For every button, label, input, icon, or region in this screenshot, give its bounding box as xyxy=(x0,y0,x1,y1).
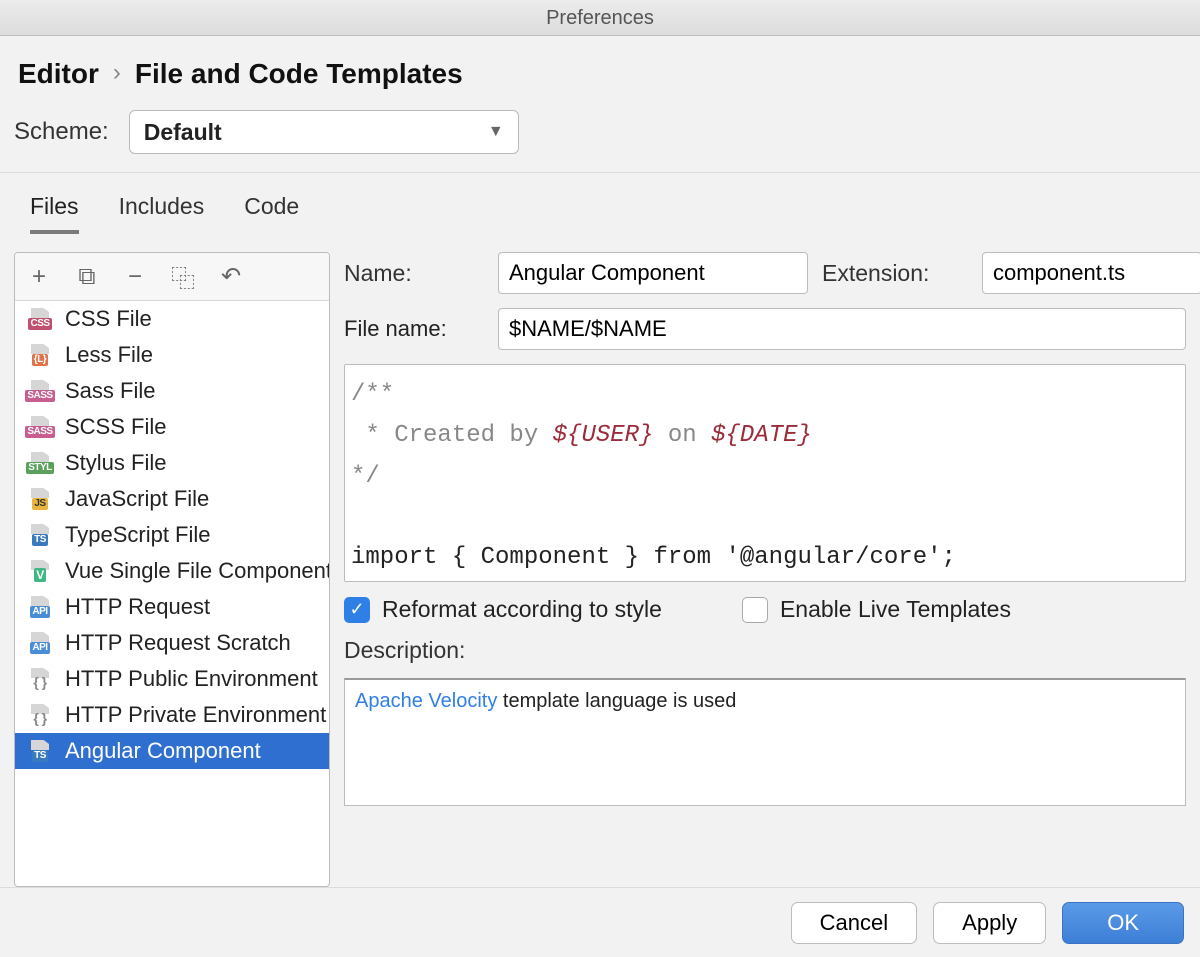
list-item[interactable]: TS Angular Component xyxy=(15,733,329,769)
breadcrumb: Editor › File and Code Templates xyxy=(18,58,1186,90)
reformat-checkbox[interactable]: ✓ Reformat according to style xyxy=(344,596,662,623)
list-item[interactable]: SASS SCSS File xyxy=(15,409,329,445)
template-list[interactable]: CSSCSS File{L}Less FileSASSSass FileSASS… xyxy=(15,301,329,886)
extension-input[interactable] xyxy=(982,252,1200,294)
live-templates-label: Enable Live Templates xyxy=(780,596,1011,623)
list-item-label: JavaScript File xyxy=(65,486,209,512)
list-item-label: TypeScript File xyxy=(65,522,211,548)
description-label: Description: xyxy=(344,637,1186,664)
list-item-label: Angular Component xyxy=(65,738,261,764)
list-item[interactable]: { } HTTP Private Environment xyxy=(15,697,329,733)
file-type-icon: JS xyxy=(25,488,55,510)
file-type-icon: API xyxy=(25,632,55,654)
breadcrumb-page: File and Code Templates xyxy=(135,58,463,90)
name-label: Name: xyxy=(344,260,484,287)
add-child-button[interactable]: ⧉ xyxy=(73,263,101,291)
list-item-label: SCSS File xyxy=(65,414,166,440)
list-item-label: Vue Single File Component xyxy=(65,558,329,584)
chevron-down-icon: ▼ xyxy=(488,123,504,141)
list-item-label: HTTP Private Environment xyxy=(65,702,326,728)
name-input[interactable] xyxy=(498,252,808,294)
file-type-icon: V xyxy=(25,560,55,582)
window-title: Preferences xyxy=(0,0,1200,36)
list-item-label: Stylus File xyxy=(65,450,166,476)
list-item[interactable]: API HTTP Request Scratch xyxy=(15,625,329,661)
file-type-icon: CSS xyxy=(25,308,55,330)
checkbox-empty-icon xyxy=(742,597,768,623)
apache-velocity-link[interactable]: Apache Velocity xyxy=(355,690,497,712)
chevron-right-icon: › xyxy=(113,59,121,87)
list-item[interactable]: V Vue Single File Component xyxy=(15,553,329,589)
template-code-editor[interactable]: /** * Created by ${USER} on ${DATE} */ i… xyxy=(344,364,1186,582)
list-item[interactable]: API HTTP Request xyxy=(15,589,329,625)
description-box: Apache Velocity template language is use… xyxy=(344,678,1186,806)
filename-label: File name: xyxy=(344,316,484,342)
remove-button[interactable]: − xyxy=(121,263,149,291)
list-item[interactable]: SASS Sass File xyxy=(15,373,329,409)
dialog-footer: Cancel Apply OK xyxy=(0,887,1200,957)
ok-button[interactable]: OK xyxy=(1062,902,1184,944)
list-item-label: HTTP Public Environment xyxy=(65,666,318,692)
file-type-icon: STYL xyxy=(25,452,55,474)
apply-button[interactable]: Apply xyxy=(933,902,1046,944)
tab-files[interactable]: Files xyxy=(30,193,79,234)
list-item-label: Sass File xyxy=(65,378,155,404)
list-item[interactable]: {L} Less File xyxy=(15,337,329,373)
add-button[interactable]: + xyxy=(25,263,53,291)
file-type-icon: SASS xyxy=(25,416,55,438)
file-type-icon: SASS xyxy=(25,380,55,402)
tab-includes[interactable]: Includes xyxy=(119,193,205,234)
revert-button[interactable]: ↶ xyxy=(217,262,245,291)
file-type-icon: API xyxy=(25,596,55,618)
live-templates-checkbox[interactable]: Enable Live Templates xyxy=(742,596,1011,623)
description-text: template language is used xyxy=(497,690,736,712)
cancel-button[interactable]: Cancel xyxy=(791,902,917,944)
list-item[interactable]: CSS CSS File xyxy=(15,301,329,337)
list-item[interactable]: JS JavaScript File xyxy=(15,481,329,517)
list-item-label: Less File xyxy=(65,342,153,368)
scheme-select[interactable]: Default ▼ xyxy=(129,110,519,154)
list-item[interactable]: STYL Stylus File xyxy=(15,445,329,481)
divider xyxy=(0,172,1200,173)
list-item-label: HTTP Request xyxy=(65,594,210,620)
tabs: Files Includes Code xyxy=(30,193,1186,234)
template-list-panel: + ⧉ − ⿻ ↶ CSS CSS File {L} Less File SASS Sas… xyxy=(14,252,330,887)
file-type-icon: {L} xyxy=(25,344,55,366)
list-toolbar: + ⧉ − ⿻ ↶ xyxy=(15,253,329,301)
reformat-label: Reformat according to style xyxy=(382,596,662,623)
scheme-value: Default xyxy=(144,119,222,146)
file-type-icon: TS xyxy=(25,524,55,546)
file-type-icon: { } xyxy=(25,704,55,726)
file-type-icon: TS xyxy=(25,740,55,762)
copy-button[interactable]: ⿻ xyxy=(169,259,197,294)
file-type-icon: { } xyxy=(25,668,55,690)
list-item-label: CSS File xyxy=(65,306,152,332)
list-item[interactable]: { } HTTP Public Environment xyxy=(15,661,329,697)
tab-code[interactable]: Code xyxy=(244,193,299,234)
filename-input[interactable] xyxy=(498,308,1186,350)
extension-label: Extension: xyxy=(822,260,968,287)
list-item-label: HTTP Request Scratch xyxy=(65,630,291,656)
list-item[interactable]: TS TypeScript File xyxy=(15,517,329,553)
breadcrumb-root[interactable]: Editor xyxy=(18,58,99,90)
check-icon: ✓ xyxy=(344,597,370,623)
scheme-label: Scheme: xyxy=(14,118,109,146)
